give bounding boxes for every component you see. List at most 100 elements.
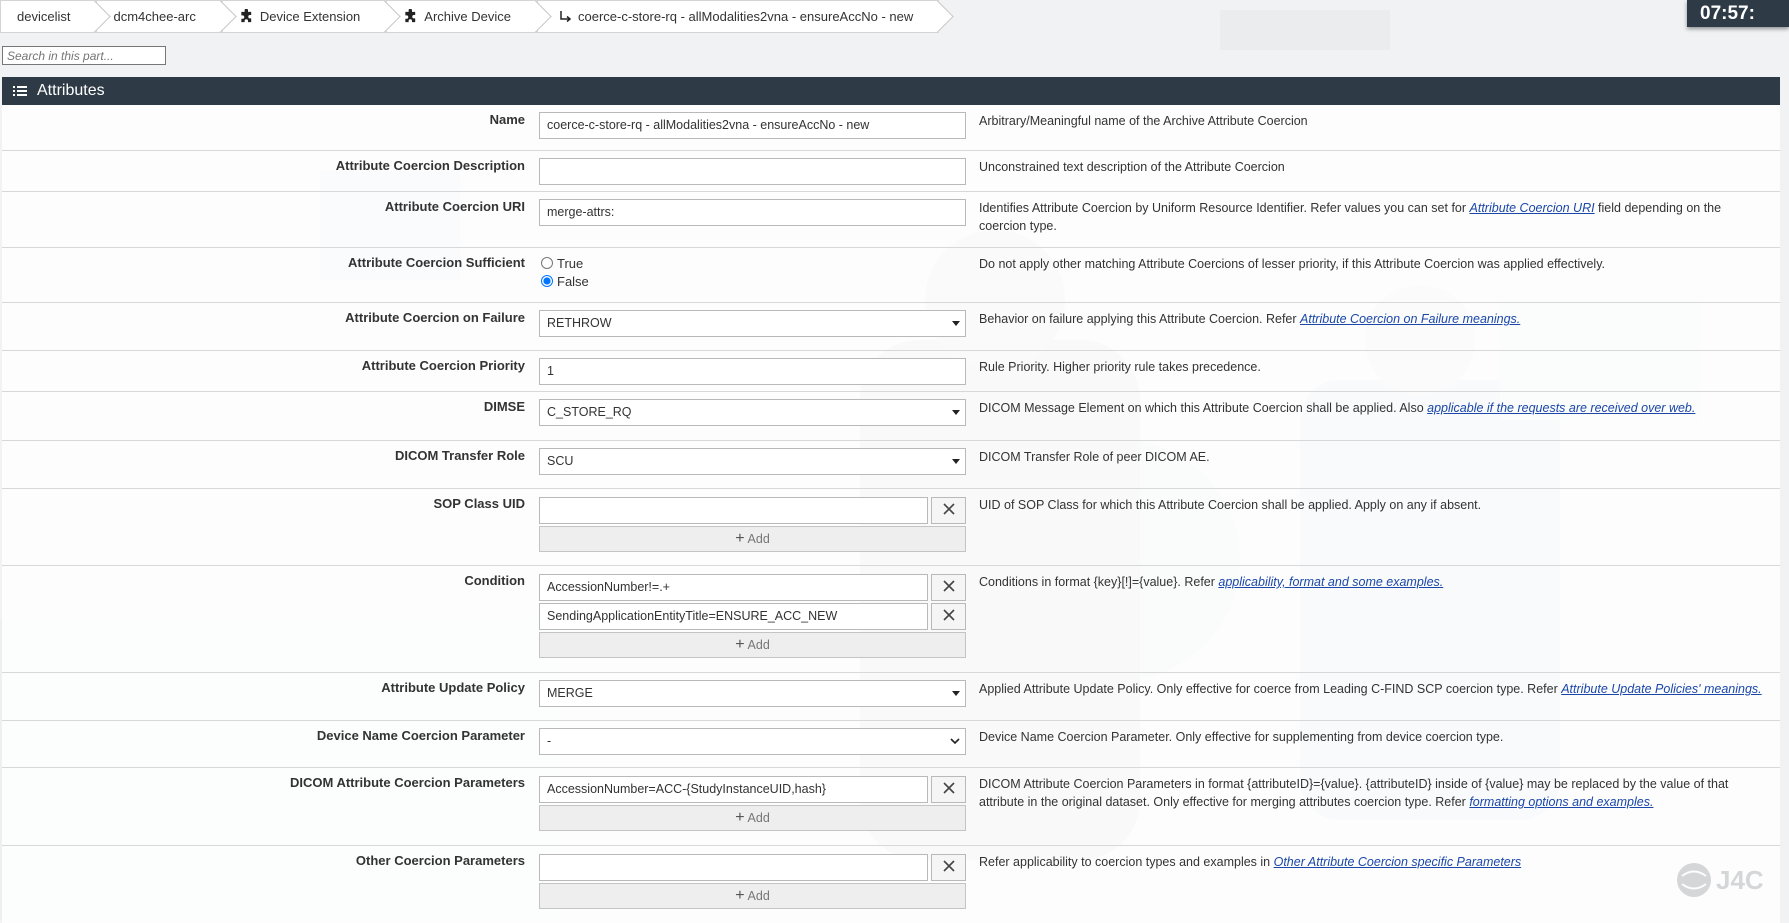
field-label: Other Coercion Parameters: [355, 853, 525, 868]
close-icon: [942, 609, 955, 624]
dicom-param-input[interactable]: AccessionNumber=ACC-{StudyInstanceUID,ha…: [539, 776, 928, 803]
puzzle-icon: [239, 9, 254, 24]
remove-value-button[interactable]: [931, 854, 966, 881]
uri-help-link[interactable]: Attribute Coercion URI: [1470, 201, 1595, 215]
breadcrumb-label: dcm4chee-arc: [113, 9, 196, 24]
field-label: Name: [489, 112, 525, 127]
row-uri: Attribute Coercion URI merge-attrs: Iden…: [2, 192, 1780, 248]
breadcrumb-label: devicelist: [17, 9, 71, 24]
caret-down-icon: [952, 410, 960, 415]
list-icon: [13, 85, 27, 97]
add-label: Add: [747, 532, 770, 546]
radio-label: True: [557, 255, 584, 271]
breadcrumb-label: Archive Device: [424, 9, 511, 24]
field-description: Unconstrained text description of the At…: [979, 160, 1285, 174]
close-icon: [942, 860, 955, 875]
add-label: Add: [747, 638, 770, 652]
field-label: Attribute Coercion Sufficient: [348, 255, 525, 270]
close-icon: [942, 580, 955, 595]
remove-value-button[interactable]: [931, 603, 966, 630]
field-label: Attribute Coercion Priority: [361, 358, 525, 373]
other-params-help-link[interactable]: Other Attribute Coercion specific Parame…: [1274, 855, 1522, 869]
field-description: DICOM Message Element on which this Attr…: [979, 399, 1769, 417]
field-label: Condition: [464, 573, 525, 588]
radio-true-input[interactable]: [541, 257, 553, 269]
breadcrumb-archive-device[interactable]: Archive Device: [386, 0, 537, 33]
puzzle-icon: [403, 9, 418, 24]
dimse-select[interactable]: C_STORE_RQ: [539, 399, 966, 426]
row-name: Name coerce-c-store-rq - allModalities2v…: [2, 105, 1780, 151]
breadcrumb-label: Device Extension: [259, 9, 361, 24]
remove-value-button[interactable]: [931, 776, 966, 803]
priority-input[interactable]: 1: [539, 358, 966, 385]
add-value-button[interactable]: + Add: [539, 805, 966, 831]
field-description: Rule Priority. Higher priority rule take…: [979, 360, 1261, 374]
row-condition: Condition AccessionNumber!=.+ SendingApp…: [2, 566, 1780, 673]
add-value-button[interactable]: + Add: [539, 632, 966, 658]
on-failure-select[interactable]: RETHROW: [539, 310, 966, 337]
row-device-name-param: Device Name Coercion Parameter - Device …: [2, 721, 1780, 768]
name-input[interactable]: coerce-c-store-rq - allModalities2vna - …: [539, 112, 966, 139]
description-text: Refer applicability to coercion types an…: [979, 855, 1274, 869]
row-other-params: Other Coercion Parameters + Add Refer app…: [2, 846, 1780, 923]
plus-icon: +: [735, 809, 745, 826]
field-description: DICOM Transfer Role of peer DICOM AE.: [979, 450, 1210, 464]
breadcrumb-devicelist[interactable]: devicelist: [0, 0, 97, 33]
breadcrumb-dcm4chee-arc[interactable]: dcm4chee-arc: [96, 0, 222, 33]
radio-false-input[interactable]: [541, 275, 553, 287]
add-label: Add: [747, 811, 770, 825]
caret-down-icon: [952, 321, 960, 326]
breadcrumb-current-coercion[interactable]: coerce-c-store-rq - allModalities2vna - …: [537, 0, 940, 33]
transfer-role-select[interactable]: SCU: [539, 448, 966, 475]
uri-input[interactable]: merge-attrs:: [539, 199, 966, 226]
field-label: DIMSE: [483, 399, 525, 414]
add-value-button[interactable]: + Add: [539, 526, 966, 552]
row-priority: Attribute Coercion Priority 1 Rule Prior…: [2, 351, 1780, 392]
add-label: Add: [747, 889, 770, 903]
field-description: DICOM Attribute Coercion Parameters in f…: [979, 775, 1769, 811]
close-icon: [942, 503, 955, 518]
on-failure-help-link[interactable]: Attribute Coercion on Failure meanings.: [1300, 312, 1520, 326]
radio-true[interactable]: True: [539, 254, 966, 272]
field-description: Arbitrary/Meaningful name of the Archive…: [979, 114, 1308, 128]
condition-help-link[interactable]: applicability, format and some examples.: [1218, 575, 1443, 589]
select-value: -: [539, 728, 966, 755]
remove-value-button[interactable]: [931, 497, 966, 524]
caret-down-icon: [952, 691, 960, 696]
description-input[interactable]: [539, 158, 966, 185]
field-description: Do not apply other matching Attribute Co…: [979, 257, 1606, 271]
field-label: SOP Class UID: [433, 496, 525, 511]
description-text: Behavior on failure applying this Attrib…: [979, 312, 1301, 326]
field-label: Attribute Update Policy: [381, 680, 525, 695]
radio-false[interactable]: False: [539, 272, 966, 290]
add-value-button[interactable]: + Add: [539, 883, 966, 909]
condition-input[interactable]: AccessionNumber!=.+: [539, 574, 928, 601]
attributes-section-header[interactable]: Attributes: [2, 77, 1780, 105]
clock: 07:57:: [1687, 0, 1789, 27]
sop-class-input[interactable]: [539, 497, 928, 524]
remove-value-button[interactable]: [931, 574, 966, 601]
field-label: DICOM Transfer Role: [394, 448, 525, 463]
description-text: Conditions in format {key}[!]={value}. R…: [979, 575, 1219, 589]
breadcrumb-device-extension[interactable]: Device Extension: [221, 0, 387, 33]
breadcrumb: devicelist dcm4chee-arc Device Extension…: [0, 0, 940, 33]
dimse-help-link[interactable]: applicable if the requests are received …: [1427, 401, 1695, 415]
field-label: Device Name Coercion Parameter: [316, 728, 525, 743]
dicom-params-help-link[interactable]: formatting options and examples.: [1469, 795, 1653, 809]
search-input[interactable]: [2, 46, 166, 65]
field-label: Attribute Coercion Description: [335, 158, 525, 173]
return-arrow-icon: [558, 10, 572, 24]
field-description: Applied Attribute Update Policy. Only ef…: [979, 680, 1769, 698]
other-param-input[interactable]: [539, 854, 928, 881]
row-update-policy: Attribute Update Policy MERGE Applied At…: [2, 673, 1780, 721]
field-description: Device Name Coercion Parameter. Only eff…: [979, 730, 1504, 744]
update-policy-select[interactable]: MERGE: [539, 680, 966, 707]
caret-down-icon: [952, 459, 960, 464]
update-policy-help-link[interactable]: Attribute Update Policies' meanings.: [1561, 682, 1761, 696]
multi-value-line: AccessionNumber!=.+: [539, 574, 966, 601]
device-name-param-select[interactable]: -: [539, 728, 966, 755]
j4care-logo: J4C: [1677, 863, 1764, 897]
row-on-failure: Attribute Coercion on Failure RETHROW Be…: [2, 303, 1780, 351]
condition-input[interactable]: SendingApplicationEntityTitle=ENSURE_ACC…: [539, 603, 928, 630]
svg-text:J4C: J4C: [1716, 865, 1764, 895]
